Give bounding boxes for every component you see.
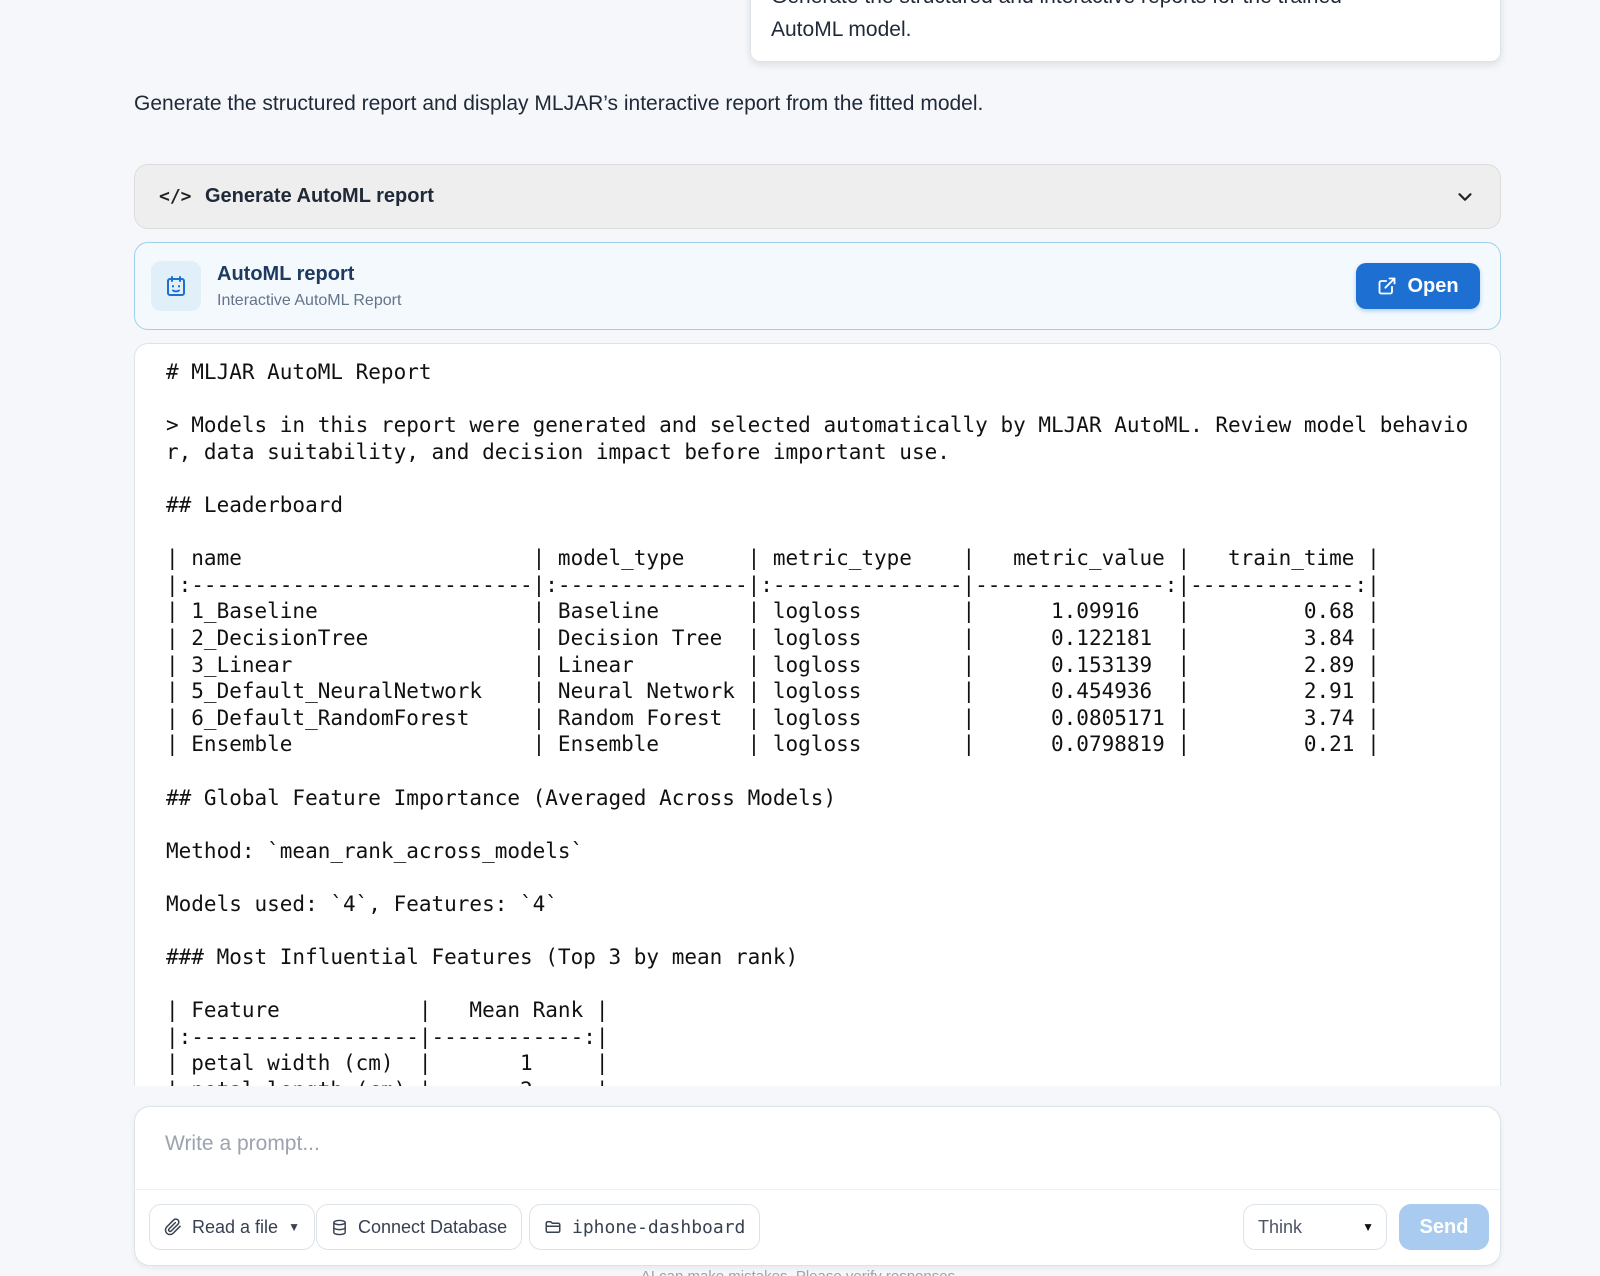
assistant-message-text: Generate the structured report and displ… — [134, 92, 984, 115]
tool-step-title: Generate AutoML report — [205, 185, 434, 207]
automl-report-card: AutoML report Interactive AutoML Report … — [134, 242, 1501, 330]
read-file-label: Read a file — [192, 1216, 279, 1237]
report-output-panel[interactable]: # MLJAR AutoML Report > Models in this r… — [134, 343, 1501, 1086]
report-markdown-text: # MLJAR AutoML Report > Models in this r… — [166, 360, 1469, 1086]
open-report-button[interactable]: Open — [1356, 263, 1480, 309]
report-icon — [151, 261, 201, 311]
connect-database-button[interactable]: Connect Database — [316, 1204, 523, 1250]
open-button-label: Open — [1407, 274, 1459, 297]
paperclip-icon — [164, 1218, 181, 1236]
code-icon: </> — [159, 186, 192, 207]
user-message-line-2: AutoML model. — [771, 18, 912, 41]
composer-backdrop — [0, 1086, 1600, 1106]
project-folder-button[interactable]: iphone-dashboard — [529, 1204, 761, 1250]
prompt-input[interactable] — [165, 1127, 1465, 1161]
caret-down-icon: ▼ — [288, 1220, 300, 1234]
prompt-composer: Read a file ▼ Connect Database iphone-da… — [134, 1106, 1501, 1266]
database-icon — [333, 1219, 346, 1235]
mode-select-value: Think — [1258, 1216, 1303, 1237]
report-card-subtitle: Interactive AutoML Report — [217, 291, 402, 309]
disclaimer-text: AI can make mistakes. Please verify resp… — [0, 1268, 1600, 1276]
caret-down-icon: ▼ — [1362, 1220, 1374, 1234]
chevron-down-icon[interactable] — [1454, 186, 1476, 208]
connect-database-label: Connect Database — [358, 1216, 508, 1237]
composer-divider — [135, 1189, 1500, 1190]
folder-icon — [545, 1221, 561, 1233]
read-file-button[interactable]: Read a file ▼ — [149, 1204, 315, 1250]
report-card-title: AutoML report — [217, 262, 355, 285]
mode-select[interactable]: Think ▼ — [1243, 1204, 1387, 1250]
send-button[interactable]: Send — [1399, 1204, 1489, 1250]
project-folder-label: iphone-dashboard — [572, 1216, 746, 1238]
tool-step-generate-report[interactable]: </> Generate AutoML report — [134, 164, 1501, 229]
user-message-bubble: Generate the structured and interactive … — [750, 0, 1501, 62]
user-message-line-1: Generate the structured and interactive … — [771, 0, 1342, 9]
external-link-icon — [1379, 277, 1396, 295]
